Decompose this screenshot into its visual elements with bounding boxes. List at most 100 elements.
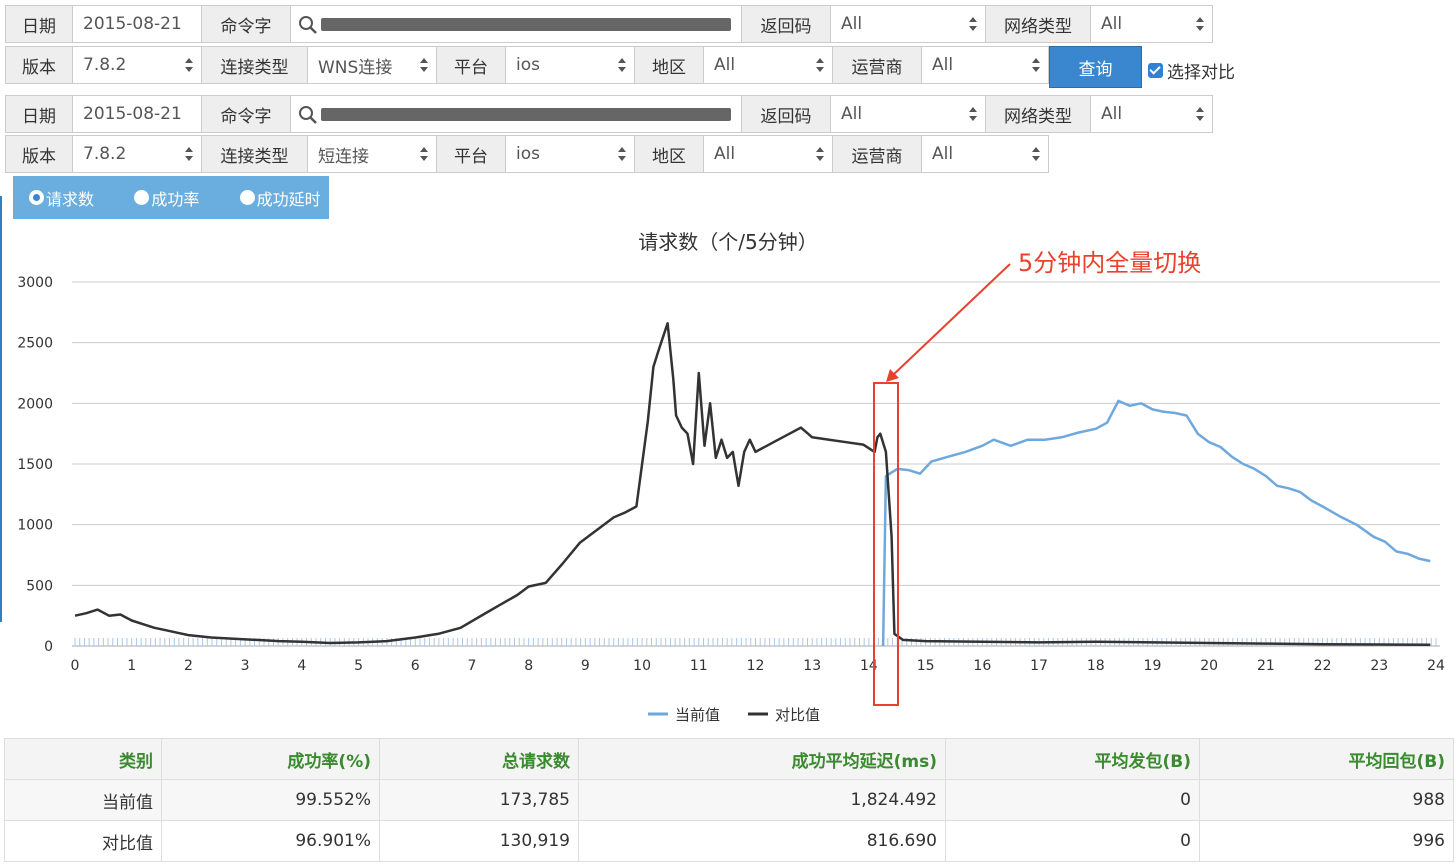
conn-select[interactable]: WNS连接	[307, 46, 437, 84]
ret-label: 返回码	[741, 5, 831, 43]
version-select[interactable]: 7.8.2	[72, 135, 202, 173]
metric-label: 成功率	[151, 189, 200, 209]
radio-icon[interactable]	[239, 190, 255, 205]
x-tick-label: 4	[297, 658, 306, 674]
y-tick-label: 3000	[17, 275, 53, 291]
isp-select[interactable]: All	[921, 46, 1049, 84]
select-arrows-icon	[969, 105, 977, 123]
metric-option-requests[interactable]: 请求数	[29, 186, 118, 210]
table-cell: 996	[1199, 820, 1454, 862]
region-select-value: All	[714, 55, 736, 75]
region-select-value: All	[714, 144, 736, 164]
version-select[interactable]: 7.8.2	[72, 46, 202, 84]
redacted-text	[321, 108, 731, 121]
y-tick-label: 500	[26, 578, 53, 594]
radio-icon[interactable]	[134, 190, 150, 205]
redacted-text	[321, 18, 731, 31]
ret-select[interactable]: All	[830, 95, 986, 133]
query-button[interactable]: 查询	[1049, 46, 1142, 88]
x-tick-label: 3	[241, 658, 250, 674]
x-tick-label: 5	[354, 658, 363, 674]
cmd-input[interactable]	[290, 5, 742, 43]
x-tick-label: 24	[1427, 658, 1445, 674]
x-tick-label: 19	[1144, 658, 1162, 674]
region-select[interactable]: All	[703, 135, 833, 173]
y-tick-label: 2000	[17, 396, 53, 412]
table-cell: 对比值	[4, 820, 162, 862]
date-input[interactable]: 2015-08-21	[72, 5, 202, 43]
x-tick-label: 20	[1200, 658, 1218, 674]
x-tick-label: 13	[803, 658, 821, 674]
x-tick-label: 14	[860, 658, 878, 674]
net-select-value: All	[1101, 14, 1123, 34]
series-line-compare	[74, 322, 1431, 647]
col-header: 成功平均延迟(ms)	[578, 738, 946, 780]
cmd-label: 命令字	[201, 95, 291, 133]
platform-select-value: ios	[516, 144, 540, 164]
cmd-input[interactable]	[290, 95, 742, 133]
isp-label: 运营商	[832, 135, 922, 173]
select-arrows-icon	[1032, 145, 1040, 163]
conn-select-value: 短连接	[318, 146, 369, 167]
x-tick-label: 23	[1370, 658, 1388, 674]
stats-table: 类别 成功率(%) 总请求数 成功平均延迟(ms) 平均发包(B) 平均回包(B…	[4, 738, 1454, 862]
table-cell: 当前值	[4, 779, 162, 821]
net-select[interactable]: All	[1090, 5, 1213, 43]
net-select-value: All	[1101, 104, 1123, 124]
select-arrows-icon	[618, 56, 626, 74]
isp-label: 运营商	[832, 46, 922, 84]
col-header: 成功率(%)	[161, 738, 380, 780]
table-row: 当前值 99.552% 173,785 1,824.492 0 988	[4, 779, 1454, 821]
col-header: 平均回包(B)	[1199, 738, 1454, 780]
x-tick-label: 0	[71, 658, 80, 674]
select-arrows-icon	[420, 56, 428, 74]
x-tick-label: 9	[581, 658, 590, 674]
conn-select-value: WNS连接	[318, 57, 393, 78]
version-label: 版本	[5, 46, 73, 84]
col-header: 平均发包(B)	[945, 738, 1200, 780]
x-tick-label: 21	[1257, 658, 1275, 674]
metric-option-latency[interactable]: 成功延时	[239, 186, 329, 210]
compare-toggle[interactable]: 选择对比	[1148, 58, 1235, 83]
ret-label: 返回码	[741, 95, 831, 133]
isp-select-value: All	[932, 144, 954, 164]
y-tick-label: 0	[44, 639, 53, 655]
select-arrows-icon	[1196, 15, 1204, 33]
select-arrows-icon	[1196, 105, 1204, 123]
metric-option-success-rate[interactable]: 成功率	[134, 186, 223, 210]
table-cell: 0	[945, 779, 1200, 821]
net-select[interactable]: All	[1090, 95, 1213, 133]
radio-selected-icon[interactable]	[29, 190, 44, 205]
x-tick-label: 15	[917, 658, 935, 674]
table-cell: 96.901%	[161, 820, 380, 862]
select-arrows-icon	[816, 56, 824, 74]
x-tick-label: 22	[1314, 658, 1332, 674]
checkbox-checked-icon[interactable]	[1148, 63, 1163, 78]
compare-label: 选择对比	[1167, 63, 1235, 83]
ret-select[interactable]: All	[830, 5, 986, 43]
date-input[interactable]: 2015-08-21	[72, 95, 202, 133]
x-tick-label: 10	[633, 658, 651, 674]
platform-label: 平台	[436, 46, 506, 84]
net-label: 网络类型	[985, 5, 1091, 43]
isp-select[interactable]: All	[921, 135, 1049, 173]
select-arrows-icon	[816, 145, 824, 163]
select-arrows-icon	[420, 145, 428, 163]
select-arrows-icon	[185, 145, 193, 163]
col-header: 总请求数	[379, 738, 579, 780]
table-cell: 816.690	[578, 820, 946, 862]
table-cell: 0	[945, 820, 1200, 862]
x-tick-label: 7	[467, 658, 476, 674]
select-arrows-icon	[618, 145, 626, 163]
platform-select[interactable]: ios	[505, 46, 635, 84]
conn-label: 连接类型	[201, 46, 308, 84]
legend-label: 对比值	[775, 706, 820, 724]
switch-annotation: 5分钟内全量切换	[1018, 249, 1202, 277]
ret-select-value: All	[841, 104, 863, 124]
conn-select[interactable]: 短连接	[307, 135, 437, 173]
y-tick-label: 1500	[17, 457, 53, 473]
version-label: 版本	[5, 135, 73, 173]
region-label: 地区	[634, 46, 704, 84]
region-select[interactable]: All	[703, 46, 833, 84]
platform-select[interactable]: ios	[505, 135, 635, 173]
